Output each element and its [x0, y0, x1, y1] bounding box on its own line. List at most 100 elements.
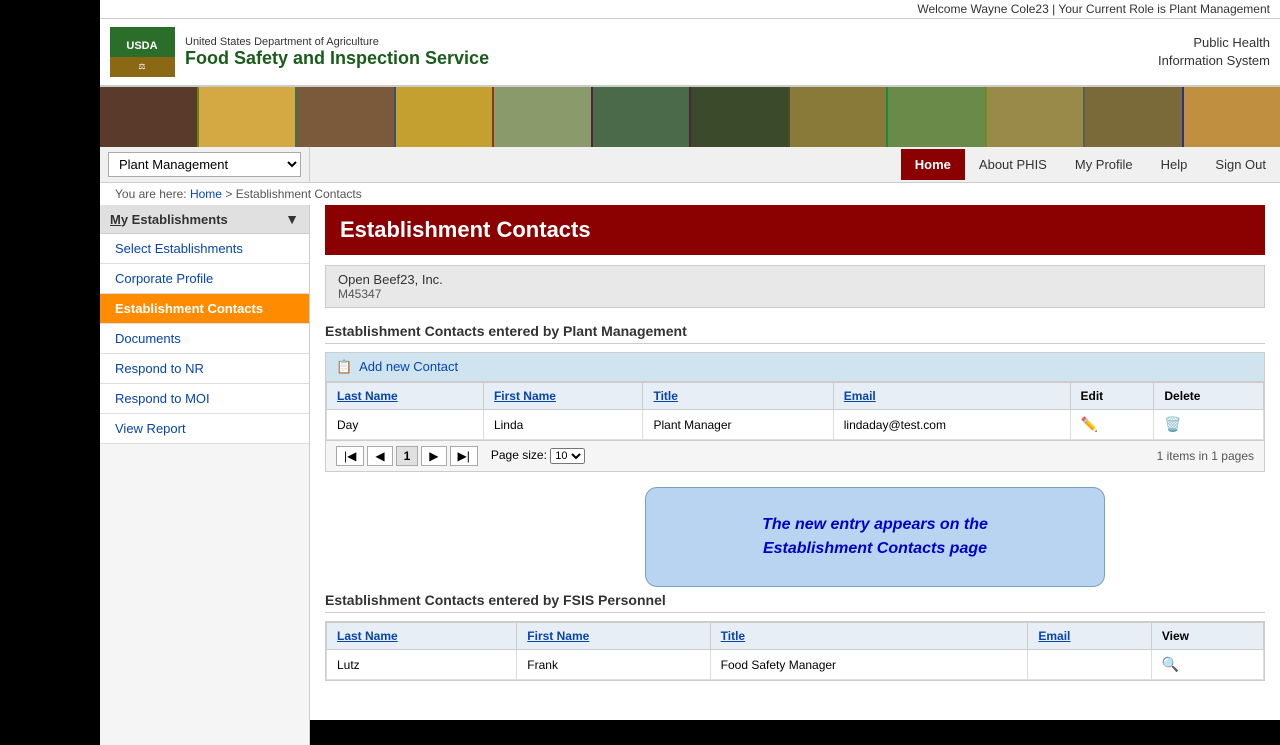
photo-cell-3 [297, 87, 394, 147]
add-contact-icon: 📋 [336, 359, 352, 374]
col-email: Email [833, 383, 1070, 410]
col2-view: View [1151, 623, 1263, 650]
nav-sign-out[interactable]: Sign Out [1201, 149, 1280, 180]
photo-cell-7 [691, 87, 788, 147]
page-first-button[interactable]: |◀ [336, 446, 364, 466]
cell2-email [1028, 650, 1151, 680]
pagination: |◀ ◀ 1 ▶ ▶| Page size: 10 1 items in 1 p… [326, 440, 1264, 471]
section1-header: Establishment Contacts entered by Plant … [325, 323, 1265, 344]
col-title: Title [643, 383, 833, 410]
photo-cell-11 [1085, 87, 1182, 147]
est-id: M45347 [338, 287, 1252, 301]
nav-home[interactable]: Home [901, 149, 965, 180]
table1-container: 📋 Add new Contact Last Name First Name T… [325, 352, 1265, 472]
col-edit: Edit [1070, 383, 1154, 410]
col-last-name: Last Name [327, 383, 484, 410]
delete-button[interactable]: 🗑️ [1164, 416, 1181, 433]
cell2-view: 🔍 [1151, 650, 1263, 680]
col2-last-name-link[interactable]: Last Name [337, 629, 398, 643]
breadcrumb-prefix: You are here: [115, 187, 187, 201]
page-size-label: Page size: 10 [491, 448, 585, 464]
top-bar: Welcome Wayne Cole23 | Your Current Role… [100, 0, 1280, 19]
nav-my-profile[interactable]: My Profile [1061, 149, 1147, 180]
photo-cell-6 [593, 87, 690, 147]
col2-title-link[interactable]: Title [721, 629, 745, 643]
breadcrumb-sep: > [225, 187, 232, 201]
col-first-name: First Name [483, 383, 643, 410]
cell-first-name: Linda [483, 410, 643, 440]
page-size-select[interactable]: 10 [550, 448, 585, 464]
col-delete: Delete [1154, 383, 1264, 410]
col-email-link[interactable]: Email [844, 389, 876, 403]
table-row: Lutz Frank Food Safety Manager 🔍 [327, 650, 1264, 680]
usda-logo: USDA ⚖ United States Department of Agric… [110, 27, 489, 77]
add-contact-link[interactable]: 📋 Add new Contact [336, 359, 458, 374]
breadcrumb-home[interactable]: Home [190, 187, 222, 201]
page-info: 1 items in 1 pages [1157, 449, 1254, 463]
phis-title: Public Health Information System [1158, 34, 1270, 70]
tooltip-bubble: The new entry appears on the Establishme… [645, 487, 1105, 587]
add-contact-bar: 📋 Add new Contact [326, 353, 1264, 382]
col2-first-name: First Name [517, 623, 710, 650]
table2-container: Last Name First Name Title Email View Lu… [325, 621, 1265, 681]
logo-area: USDA ⚖ United States Department of Agric… [110, 27, 489, 77]
photo-cell-1 [100, 87, 197, 147]
nav-about-phis[interactable]: About PHIS [965, 149, 1061, 180]
sidebar-header: My Establishments ▼ [100, 205, 309, 234]
cell-email: lindaday@test.com [833, 410, 1070, 440]
cell2-title: Food Safety Manager [710, 650, 1028, 680]
sidebar-item-corporate-profile[interactable]: Corporate Profile [100, 264, 309, 294]
photo-cell-12 [1184, 87, 1280, 147]
page-last-button[interactable]: ▶| [450, 446, 478, 466]
page-title: Establishment Contacts [340, 217, 1250, 243]
edit-button[interactable]: ✏️ [1081, 416, 1098, 433]
sidebar: My Establishments ▼ Select Establishment… [100, 205, 310, 745]
sidebar-close-icon[interactable]: ▼ [285, 211, 299, 227]
tooltip-text: The new entry appears on the Establishme… [686, 513, 1064, 561]
module-select[interactable]: Plant Management [108, 152, 301, 177]
section2-header: Establishment Contacts entered by FSIS P… [325, 592, 1265, 613]
est-info: Open Beef23, Inc. M45347 [325, 265, 1265, 308]
photo-cell-2 [199, 87, 296, 147]
sidebar-item-select-establishments[interactable]: Select Establishments [100, 234, 309, 264]
svg-text:⚖: ⚖ [138, 62, 145, 71]
sidebar-item-respond-to-nr[interactable]: Respond to NR [100, 354, 309, 384]
page-prev-button[interactable]: ◀ [367, 446, 392, 466]
col2-title: Title [710, 623, 1028, 650]
contacts-table-fsis: Last Name First Name Title Email View Lu… [326, 622, 1264, 680]
table-row: Day Linda Plant Manager lindaday@test.co… [327, 410, 1264, 440]
cell-last-name: Day [327, 410, 484, 440]
cell2-first-name: Frank [517, 650, 710, 680]
nav-help[interactable]: Help [1147, 149, 1202, 180]
usda-emblem: USDA ⚖ [110, 27, 175, 77]
contacts-table-plant: Last Name First Name Title Email Edit De… [326, 382, 1264, 440]
cell-delete: 🗑️ [1154, 410, 1264, 440]
sidebar-item-establishment-contacts[interactable]: Establishment Contacts [100, 294, 309, 324]
view-button[interactable]: 🔍 [1162, 656, 1179, 673]
col2-last-name: Last Name [327, 623, 517, 650]
sidebar-item-view-report[interactable]: View Report [100, 414, 309, 444]
col-first-name-link[interactable]: First Name [494, 389, 556, 403]
sidebar-title: My Establishments [110, 212, 228, 227]
welcome-text: Welcome Wayne Cole23 | Your Current Role… [917, 2, 1270, 16]
col2-email-link[interactable]: Email [1038, 629, 1070, 643]
page-current-button[interactable]: 1 [396, 446, 419, 466]
col2-email: Email [1028, 623, 1151, 650]
col2-first-name-link[interactable]: First Name [527, 629, 589, 643]
nav-links: Home About PHIS My Profile Help Sign Out [901, 149, 1280, 180]
est-name: Open Beef23, Inc. [338, 272, 1252, 287]
breadcrumb-current: Establishment Contacts [236, 187, 362, 201]
content-area: My Establishments ▼ Select Establishment… [100, 205, 1280, 745]
page-next-button[interactable]: ▶ [421, 446, 446, 466]
page-title-bar: Establishment Contacts [325, 205, 1265, 255]
col-title-link[interactable]: Title [653, 389, 677, 403]
agency-full-name: Food Safety and Inspection Service [185, 48, 489, 69]
sidebar-item-documents[interactable]: Documents [100, 324, 309, 354]
sidebar-item-respond-to-moi[interactable]: Respond to MOI [100, 384, 309, 414]
agency-name-block: United States Department of Agriculture … [185, 36, 489, 69]
col-last-name-link[interactable]: Last Name [337, 389, 398, 403]
cell-title: Plant Manager [643, 410, 833, 440]
photo-cell-10 [987, 87, 1084, 147]
module-select-wrap[interactable]: Plant Management [100, 147, 310, 182]
photo-strip [100, 87, 1280, 147]
